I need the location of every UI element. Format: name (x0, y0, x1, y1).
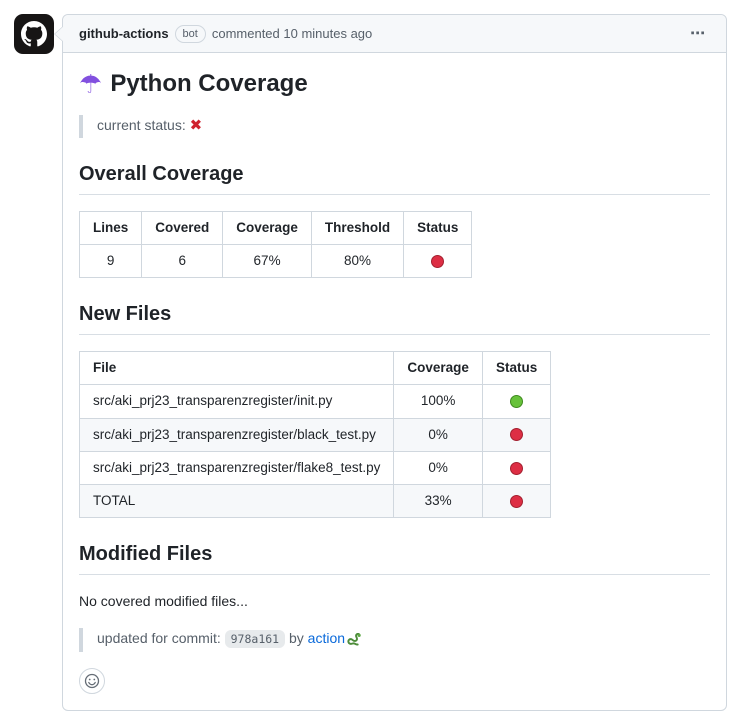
file-cell: src/aki_prj23_transparenzregister/flake8… (80, 451, 394, 484)
overall-coverage-heading: Overall Coverage (79, 162, 710, 195)
add-reaction-button[interactable] (79, 668, 105, 694)
by-label: by (289, 630, 304, 646)
column-header: Status (482, 352, 550, 385)
coverage-cell: 0% (394, 451, 483, 484)
table-row: src/aki_prj23_transparenzregister/flake8… (80, 451, 551, 484)
status-circle-icon (431, 255, 444, 268)
commit-hash: 978a161 (225, 630, 285, 648)
comment-timestamp: commented 10 minutes ago (212, 26, 372, 41)
column-header: Coverage (223, 211, 312, 244)
umbrella-icon: ☂ (79, 71, 102, 97)
current-status-quote: current status: ✖ (79, 115, 710, 138)
status-cell (482, 418, 550, 451)
table-header-row: Lines Covered Coverage Threshold Status (80, 211, 472, 244)
column-header: Covered (142, 211, 223, 244)
status-cell (482, 385, 550, 418)
coverage-cell: 67% (223, 244, 312, 277)
file-cell: src/aki_prj23_transparenzregister/init.p… (80, 385, 394, 418)
status-cell (482, 485, 550, 518)
column-header: Lines (80, 211, 142, 244)
coverage-cell: 33% (394, 485, 483, 518)
author-link[interactable]: github-actions (79, 26, 169, 41)
action-link[interactable]: action (308, 630, 345, 646)
column-header: Coverage (394, 352, 483, 385)
overall-coverage-table: Lines Covered Coverage Threshold Status … (79, 211, 472, 279)
bot-badge: bot (175, 25, 206, 43)
new-files-table: File Coverage Status src/aki_prj23_trans… (79, 351, 551, 518)
status-circle-icon (510, 428, 523, 441)
table-row: 9 6 67% 80% (80, 244, 472, 277)
kebab-menu-icon[interactable]: ⋯ (686, 24, 710, 43)
covered-cell: 6 (142, 244, 223, 277)
comment-timeline-item: github-actions bot commented 10 minutes … (0, 0, 741, 725)
status-circle-icon (510, 462, 523, 475)
status-cell (404, 244, 472, 277)
status-label: current status: (97, 117, 186, 133)
total-cell: TOTAL (80, 485, 394, 518)
status-circle-icon (510, 395, 523, 408)
commit-info-quote: updated for commit: 978a161 by action (79, 628, 710, 652)
threshold-cell: 80% (311, 244, 403, 277)
smiley-icon (84, 673, 100, 689)
column-header: Status (404, 211, 472, 244)
issue-comment: github-actions bot commented 10 minutes … (62, 14, 727, 711)
no-modified-files-text: No covered modified files... (79, 591, 710, 612)
lines-cell: 9 (80, 244, 142, 277)
status-cell (482, 451, 550, 484)
coverage-cell: 100% (394, 385, 483, 418)
snake-icon (347, 631, 362, 652)
table-row: src/aki_prj23_transparenzregister/black_… (80, 418, 551, 451)
comment-header: github-actions bot commented 10 minutes … (63, 15, 726, 53)
new-files-heading: New Files (79, 302, 710, 335)
cross-mark-icon: ✖ (190, 117, 203, 134)
table-row: TOTAL 33% (80, 485, 551, 518)
column-header: File (80, 352, 394, 385)
modified-files-heading: Modified Files (79, 542, 710, 575)
column-header: Threshold (311, 211, 403, 244)
table-row: src/aki_prj23_transparenzregister/init.p… (80, 385, 551, 418)
file-cell: src/aki_prj23_transparenzregister/black_… (80, 418, 394, 451)
coverage-cell: 0% (394, 418, 483, 451)
comment-body: ☂ Python Coverage current status: ✖ Over… (63, 53, 726, 710)
status-circle-icon (510, 495, 523, 508)
commit-label: updated for commit: (97, 630, 221, 646)
page-title: ☂ Python Coverage (79, 69, 710, 99)
reaction-row (79, 668, 710, 694)
page-title-text: Python Coverage (110, 69, 307, 99)
table-header-row: File Coverage Status (80, 352, 551, 385)
github-actions-avatar[interactable] (14, 14, 54, 54)
github-logo-icon (21, 21, 47, 47)
